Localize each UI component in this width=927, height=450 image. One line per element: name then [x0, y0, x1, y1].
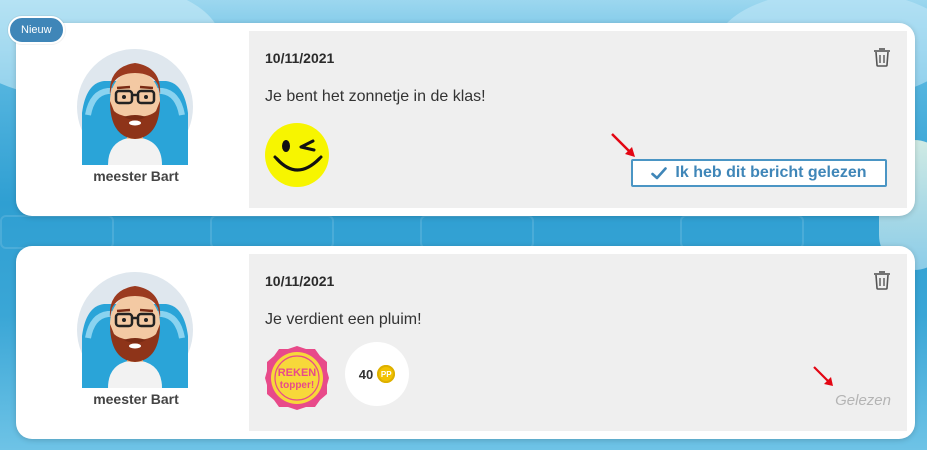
- message-text: Je bent het zonnetje in de klas!: [265, 88, 486, 105]
- sender-name: meester Bart: [93, 168, 179, 184]
- sender-name: meester Bart: [93, 391, 179, 407]
- message-card: meester Bart 10/11/2021 Je bent het zonn…: [16, 23, 915, 216]
- new-badge: Nieuw: [8, 16, 65, 44]
- points-value: 40: [358, 366, 374, 382]
- sender-panel: meester Bart: [16, 246, 249, 439]
- sender-panel: meester Bart: [16, 23, 249, 216]
- annotation-arrow: [813, 366, 833, 386]
- teacher-avatar: [77, 272, 193, 388]
- message-body: 10/11/2021 Je bent het zonnetje in de kl…: [249, 31, 907, 208]
- mark-as-read-button[interactable]: Ik heb dit bericht gelezen: [631, 159, 887, 187]
- trash-icon[interactable]: [873, 270, 891, 290]
- teacher-avatar: [77, 49, 193, 165]
- trash-icon[interactable]: [873, 47, 891, 67]
- mark-as-read-label: Ik heb dit bericht gelezen: [675, 164, 867, 181]
- message-card: meester Bart 10/11/2021 Je verdient een …: [16, 246, 915, 439]
- read-status: Gelezen: [835, 392, 891, 409]
- sticker-text-line1: REKEN: [278, 367, 317, 379]
- reken-topper-sticker: REKEN topper!: [265, 346, 329, 410]
- annotation-arrow: [611, 133, 635, 157]
- winking-smiley-sticker: [265, 123, 329, 187]
- message-date: 10/11/2021: [265, 273, 335, 289]
- checkmark-icon: [651, 166, 668, 179]
- sticker-text-line2: topper!: [280, 380, 314, 391]
- pp-coin-icon: PP: [377, 365, 396, 383]
- message-date: 10/11/2021: [265, 50, 335, 66]
- message-text: Je verdient een pluim!: [265, 311, 422, 328]
- points-badge: 40 PP: [345, 342, 409, 406]
- message-body: 10/11/2021 Je verdient een pluim! REKEN …: [249, 254, 907, 431]
